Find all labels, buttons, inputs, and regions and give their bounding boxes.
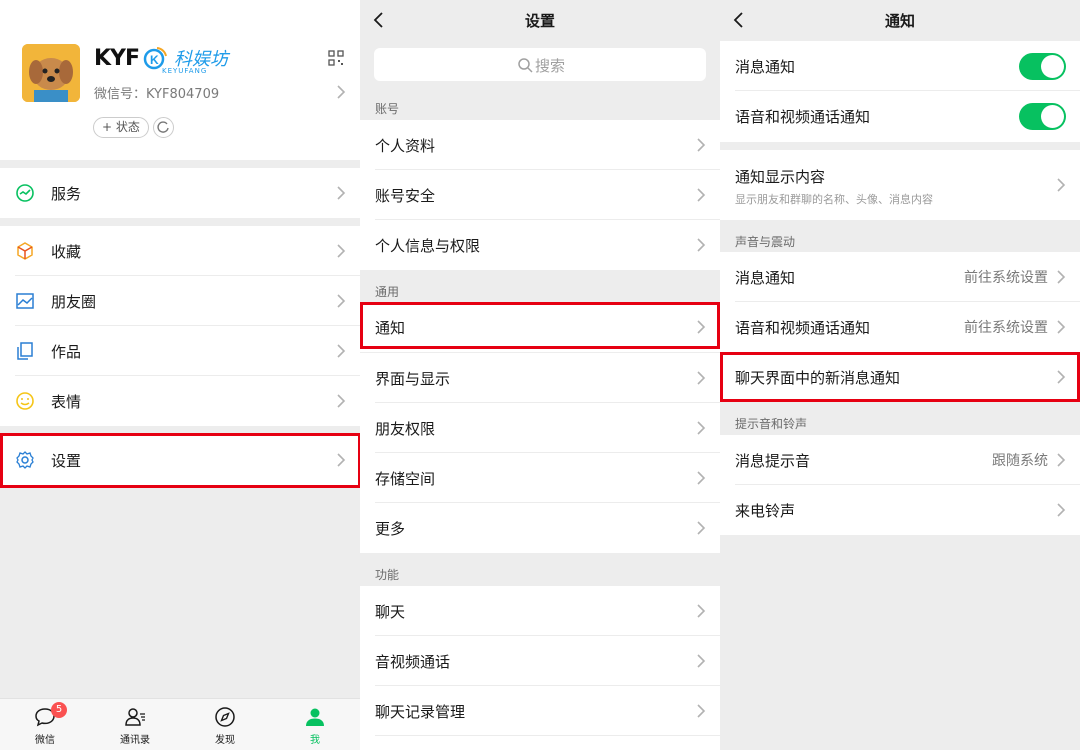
settings-friend-permissions[interactable]: 朋友权限: [360, 403, 720, 453]
cube-icon: [17, 242, 33, 260]
page-title: 通知: [884, 12, 915, 30]
settings-display[interactable]: 界面与显示: [360, 353, 720, 403]
chevron-right-icon: [697, 371, 706, 385]
brand-logo: KYF K 科娱坊 KEYUFANG: [94, 45, 229, 76]
chevron-right-icon: [1057, 370, 1066, 384]
refresh-status-button[interactable]: [153, 117, 174, 138]
smiley-icon: [16, 392, 34, 410]
gear-icon: [16, 451, 34, 469]
settings-av-call[interactable]: 音视频通话: [360, 636, 720, 686]
chevron-right-icon: [337, 186, 346, 200]
menu-services[interactable]: 服务: [0, 168, 360, 218]
tab-discover[interactable]: 发现: [180, 699, 270, 750]
section-sound: 声音与震动: [735, 235, 796, 249]
section-account: 账号: [375, 102, 400, 116]
qr-code-icon[interactable]: [328, 50, 344, 66]
me-panel: KYF K 科娱坊 KEYUFANG 微信号：KYF804709 + 状态 服务: [0, 0, 360, 750]
search-input[interactable]: 搜索: [374, 48, 706, 81]
chevron-right-icon: [697, 188, 706, 202]
ringtone[interactable]: 来电铃声: [720, 485, 1080, 535]
bottom-tab-bar: 5 微信 通讯录 发现 我: [0, 698, 360, 750]
person-icon: [306, 708, 324, 726]
chevron-right-icon: [337, 294, 346, 308]
chat-new-message-notify[interactable]: 聊天界面中的新消息通知: [720, 352, 1080, 402]
settings-profile[interactable]: 个人资料: [360, 120, 720, 170]
settings-panel: 设置 搜索 账号 个人资料 账号安全 个人信息与权限 通用 通知 界面与显示 朋…: [360, 0, 720, 750]
chevron-right-icon: [697, 654, 706, 668]
chevron-right-icon: [697, 521, 706, 535]
av-notify-toggle[interactable]: [1019, 103, 1066, 130]
circle-icon: [157, 121, 169, 133]
chevron-right-icon: [697, 604, 706, 618]
notify-av-call: 语音和视频通话通知: [720, 91, 1080, 142]
settings-chat-history[interactable]: 聊天记录管理: [360, 686, 720, 736]
profile-card[interactable]: KYF K 科娱坊 KEYUFANG 微信号：KYF804709 + 状态: [0, 0, 360, 160]
settings-privacy[interactable]: 个人信息与权限: [360, 220, 720, 270]
wechat-id: 微信号：KYF804709: [94, 87, 220, 102]
settings-notifications[interactable]: 通知: [360, 302, 720, 352]
settings-account-security[interactable]: 账号安全: [360, 170, 720, 220]
chevron-right-icon: [697, 704, 706, 718]
tab-me[interactable]: 我: [270, 699, 360, 750]
chevron-right-icon: [1057, 270, 1066, 284]
settings-more[interactable]: 更多: [360, 503, 720, 553]
tab-chats[interactable]: 5 微信: [0, 699, 90, 750]
search-icon: [518, 58, 533, 73]
chevron-right-icon: [697, 320, 706, 334]
chevron-right-icon: [337, 85, 346, 99]
chevron-right-icon: [697, 138, 706, 152]
list-item[interactable]: [360, 736, 720, 750]
message-notify-toggle[interactable]: [1019, 53, 1066, 80]
chevron-right-icon: [337, 453, 346, 467]
notify-message: 消息通知: [720, 41, 1080, 91]
section-general: 通用: [375, 285, 400, 299]
section-tones: 提示音和铃声: [735, 417, 808, 431]
menu-works[interactable]: 作品: [0, 326, 360, 376]
section-features: 功能: [375, 568, 400, 582]
notifications-panel: 通知 消息通知 语音和视频通话通知 通知显示内容 显示朋友和群聊的名称、头像、消…: [720, 0, 1080, 750]
chevron-right-icon: [1057, 453, 1066, 467]
image-icon: [16, 293, 34, 309]
chevron-right-icon: [1057, 320, 1066, 334]
menu-stickers[interactable]: 表情: [0, 376, 360, 426]
message-tone[interactable]: 消息提示音 跟随系统: [720, 435, 1080, 485]
chevron-right-icon: [697, 238, 706, 252]
avatar[interactable]: [22, 44, 80, 102]
chevron-right-icon: [337, 394, 346, 408]
chevron-right-icon: [337, 344, 346, 358]
menu-favorites[interactable]: 收藏: [0, 226, 360, 276]
add-status-button[interactable]: + 状态: [93, 117, 149, 138]
copy-icon: [17, 342, 33, 360]
chevron-right-icon: [697, 471, 706, 485]
svg-text:K: K: [150, 53, 159, 67]
menu-settings[interactable]: 设置: [0, 434, 360, 486]
sound-av-call[interactable]: 语音和视频通话通知 前往系统设置: [720, 302, 1080, 352]
chevron-right-icon: [1057, 503, 1066, 517]
chevron-right-icon: [1057, 178, 1066, 192]
chevron-right-icon: [697, 421, 706, 435]
services-icon: [16, 184, 34, 202]
settings-storage[interactable]: 存储空间: [360, 453, 720, 503]
sound-message[interactable]: 消息通知 前往系统设置: [720, 252, 1080, 302]
settings-chat[interactable]: 聊天: [360, 586, 720, 636]
page-title: 设置: [524, 12, 555, 30]
compass-icon: [215, 707, 235, 727]
contacts-icon: [125, 708, 145, 726]
tab-contacts[interactable]: 通讯录: [90, 699, 180, 750]
notify-display-content[interactable]: 通知显示内容 显示朋友和群聊的名称、头像、消息内容: [720, 150, 1080, 220]
menu-moments[interactable]: 朋友圈: [0, 276, 360, 326]
unread-badge: 5: [51, 702, 67, 718]
chevron-right-icon: [337, 244, 346, 258]
